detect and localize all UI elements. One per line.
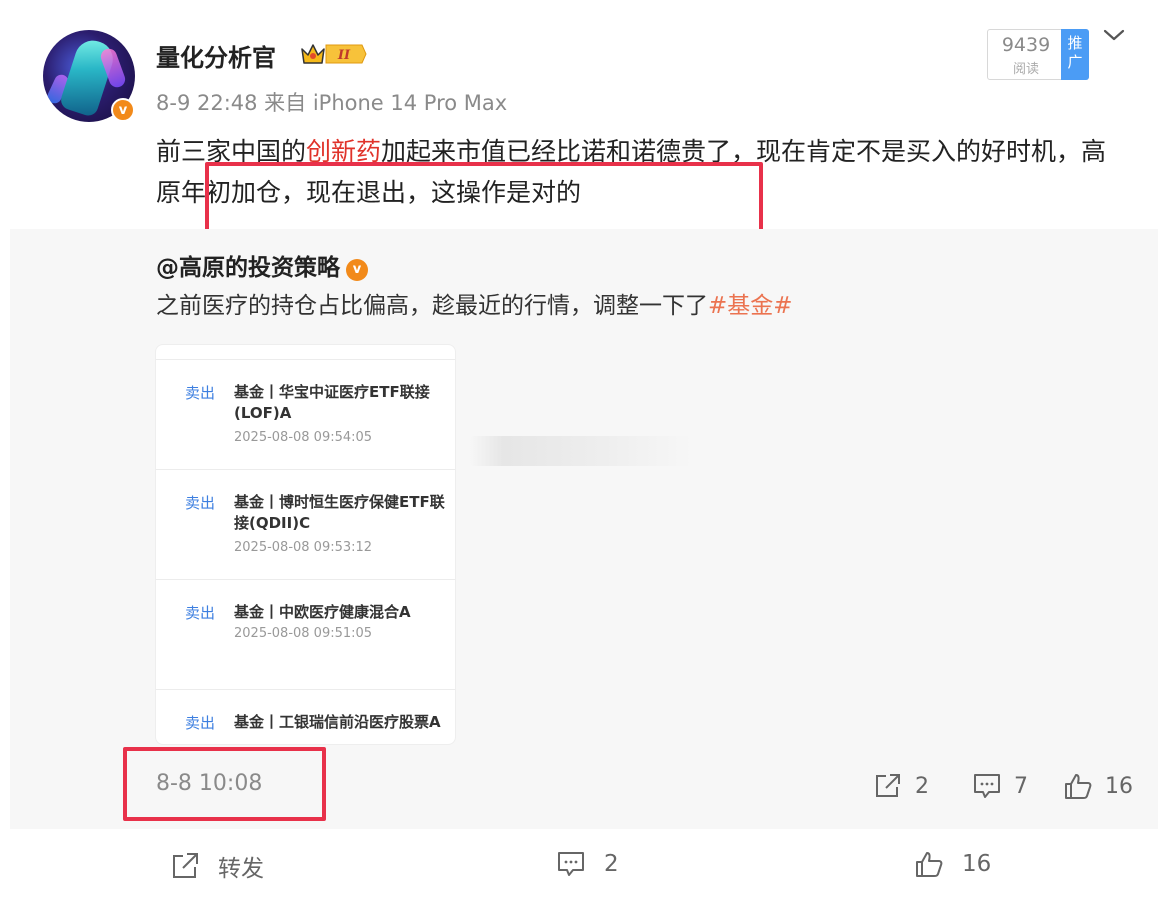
- trade-row: 卖出 基金丨工银瑞信前沿医疗股票A: [156, 689, 455, 744]
- repost-label: 转发: [218, 856, 264, 882]
- fund-name: 基金丨工银瑞信前沿医疗股票A: [234, 713, 441, 731]
- highlight-annotation-box: [205, 162, 763, 234]
- original-author-link[interactable]: @高原的投资策略 v: [156, 248, 368, 282]
- trade-action: 卖出: [185, 604, 216, 622]
- repost-comment-button[interactable]: 7: [972, 772, 1028, 800]
- original-text: 之前医疗的持仓占比偏高，趁最近的行情，调整一下了: [156, 293, 708, 319]
- thumbs-up-icon: [916, 852, 943, 877]
- trade-time: 2025-08-08 09:54:05: [234, 430, 373, 445]
- verified-badge-icon: v: [346, 259, 368, 281]
- trade-time: 2025-08-08 09:53:12: [234, 540, 373, 555]
- trade-action: 卖出: [185, 494, 216, 512]
- comment-count: 2: [604, 851, 619, 877]
- share-count: 2: [915, 773, 929, 799]
- trade-action: 卖出: [185, 384, 216, 402]
- share-icon: [876, 774, 900, 797]
- blurred-region: [470, 436, 692, 466]
- vip-crown-icon: II: [301, 44, 367, 64]
- thumbs-up-icon: [1065, 774, 1092, 799]
- like-button[interactable]: 16: [914, 849, 991, 879]
- share-icon: [173, 853, 198, 878]
- trade-time: 2025-08-08 09:51:05: [234, 626, 373, 641]
- read-count: 9439: [1001, 34, 1051, 56]
- highlight-annotation-box: [123, 747, 326, 821]
- trade-action: 卖出: [185, 714, 216, 732]
- chevron-down-icon[interactable]: [1103, 26, 1125, 44]
- comment-count: 7: [1014, 773, 1028, 799]
- post-meta: 8-9 22:48 来自 iPhone 14 Pro Max: [156, 91, 508, 115]
- trade-row: 卖出 基金丨中欧医疗健康混合A 2025-08-08 09:51:05: [156, 579, 455, 689]
- comment-icon: [974, 774, 1000, 798]
- fund-name: 基金丨中欧医疗健康混合A: [234, 603, 411, 621]
- repost-share-button[interactable]: 2: [873, 772, 929, 800]
- like-count: 16: [962, 851, 992, 877]
- post-image-thumbnail[interactable]: 卖出 基金丨华宝中证医疗ETF联接(LOF)A 2025-08-08 09:54…: [155, 344, 456, 745]
- verified-badge-icon: v: [111, 98, 135, 122]
- original-post-text: 之前医疗的持仓占比偏高，趁最近的行情，调整一下了#基金#: [156, 288, 793, 324]
- repost-like-button[interactable]: 16: [1063, 772, 1133, 800]
- vip-level: II: [337, 48, 351, 63]
- read-count-box[interactable]: 9439 阅读 推广: [987, 29, 1089, 80]
- comment-icon: [558, 852, 584, 876]
- promote-button[interactable]: 推广: [1061, 29, 1089, 80]
- repost-button[interactable]: 转发: [170, 849, 264, 883]
- original-author-name[interactable]: @高原的投资策略: [156, 255, 340, 281]
- fund-name: 基金丨华宝中证医疗ETF联接(LOF)A: [234, 383, 430, 422]
- comment-button[interactable]: 2: [556, 849, 619, 879]
- read-label: 阅读: [1012, 62, 1039, 77]
- fund-name: 基金丨博时恒生医疗保健ETF联接(QDII)C: [234, 493, 445, 532]
- hashtag-link[interactable]: #基金#: [708, 293, 793, 319]
- username[interactable]: 量化分析官: [156, 38, 276, 73]
- like-count: 16: [1105, 773, 1133, 799]
- trade-row: 卖出 基金丨博时恒生医疗保健ETF联接(QDII)C 2025-08-08 09…: [156, 469, 455, 579]
- trade-row: 卖出 基金丨华宝中证医疗ETF联接(LOF)A 2025-08-08 09:54…: [156, 359, 455, 469]
